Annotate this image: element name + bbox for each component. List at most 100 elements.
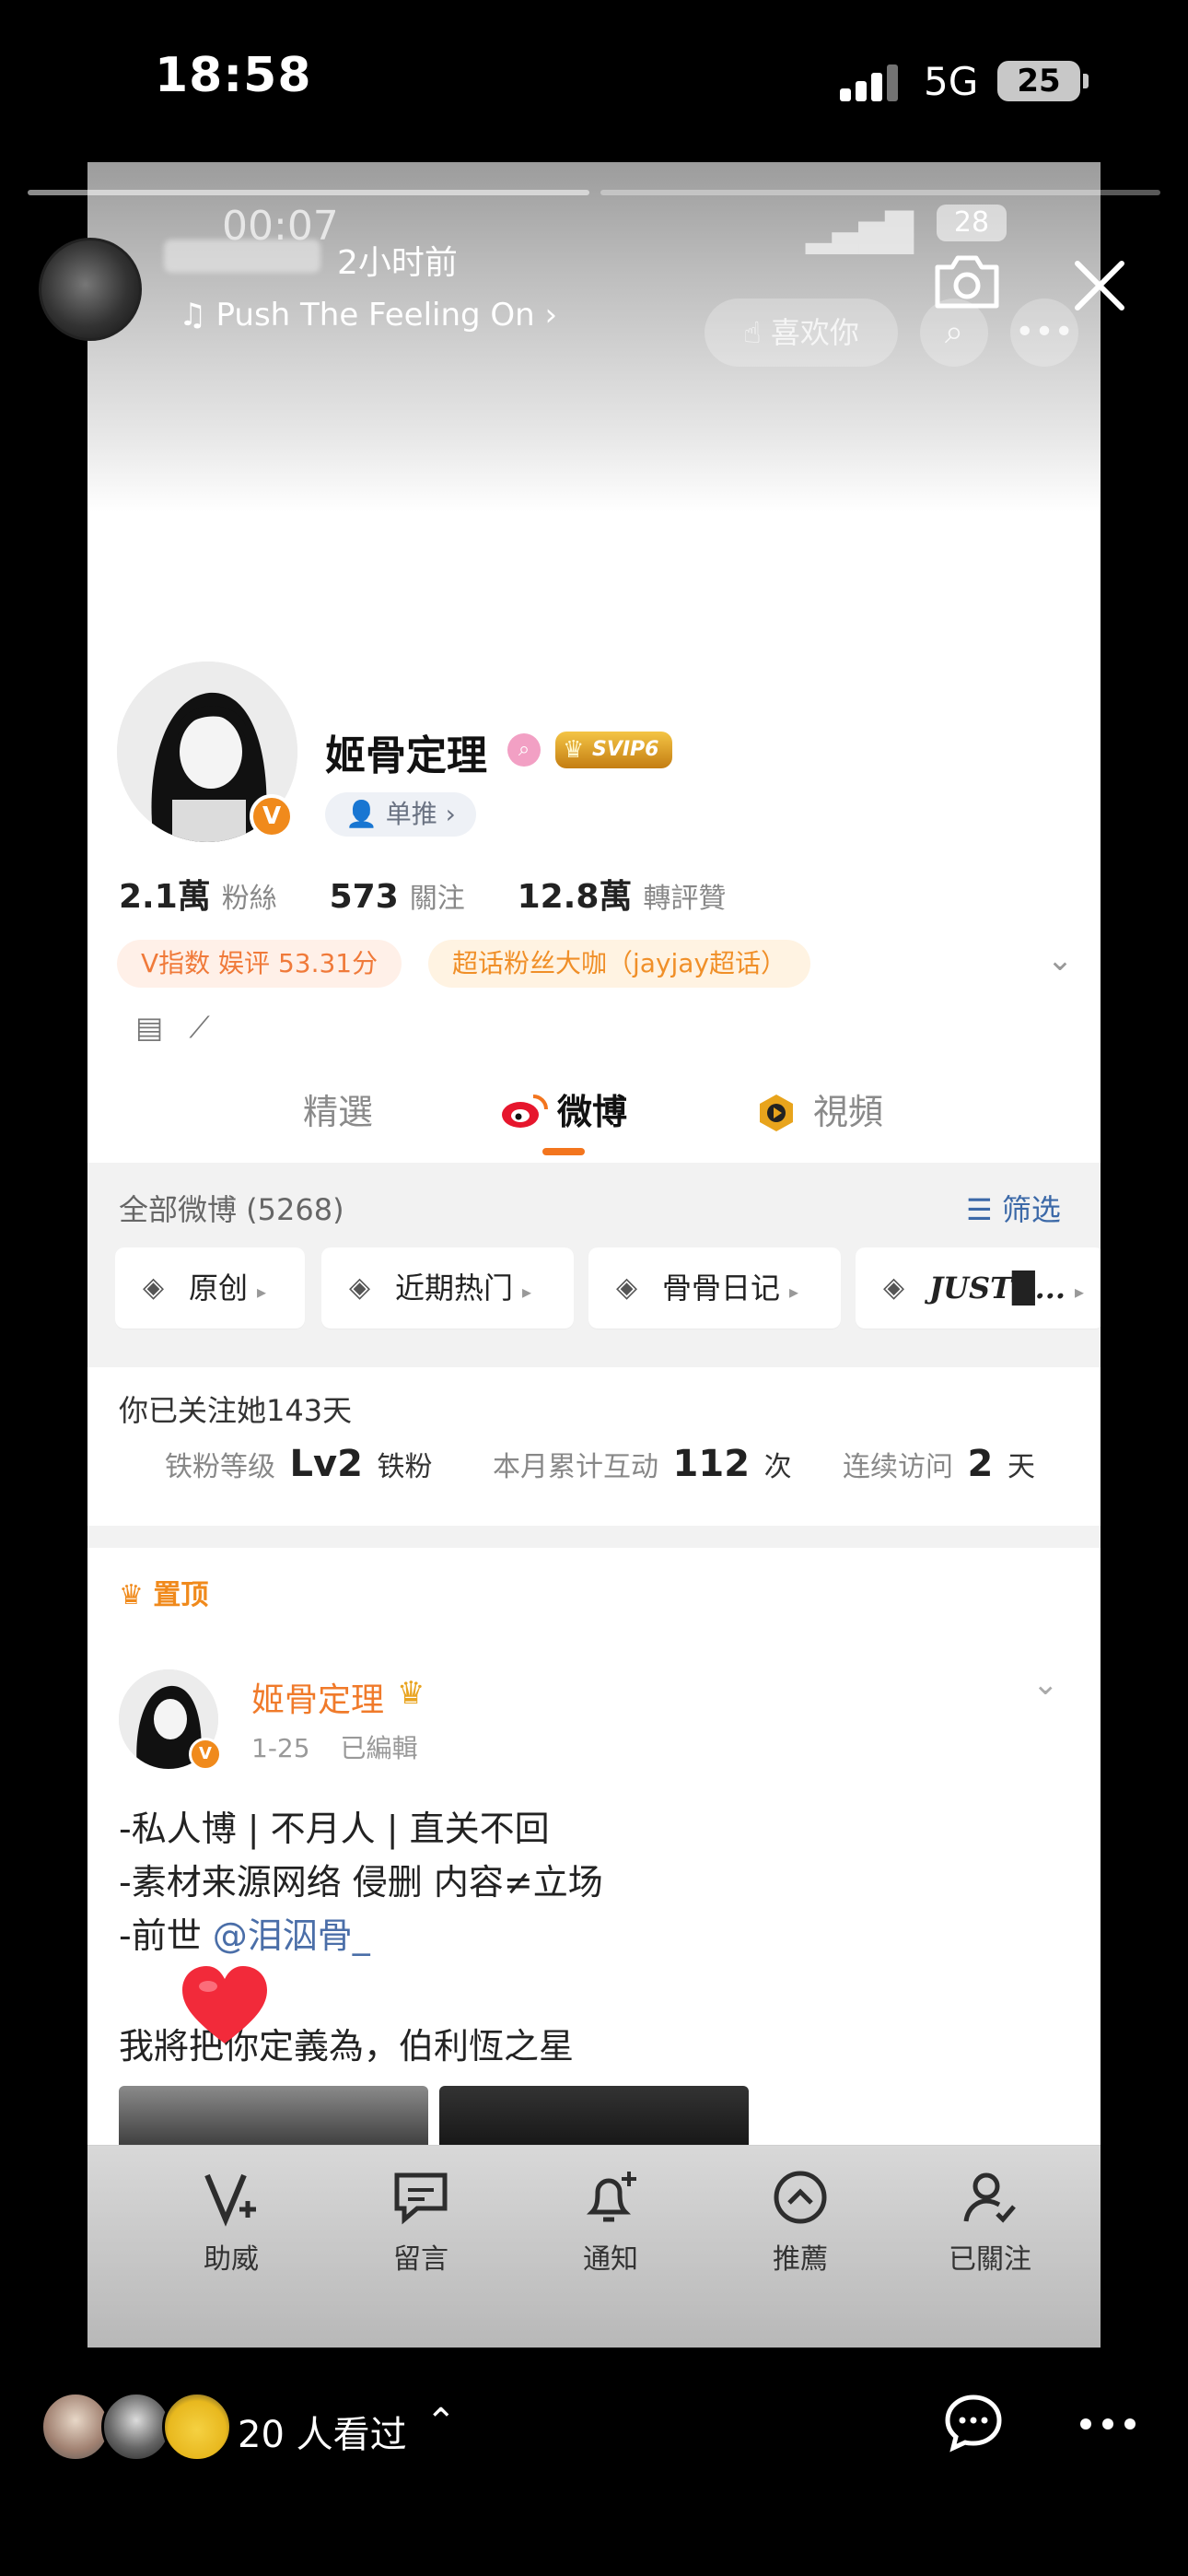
layers-icon: ◈ bbox=[883, 1271, 905, 1304]
tab-featured[interactable]: 精選 bbox=[303, 1083, 373, 1134]
up-circle-icon bbox=[774, 2171, 827, 2224]
chevron-down-icon[interactable]: ⌄ bbox=[1032, 1666, 1059, 1703]
search-tag-icon[interactable]: ⌕ bbox=[507, 733, 541, 767]
viewers-count[interactable]: 20 人看过 bbox=[238, 2405, 407, 2458]
fans-label: 粉絲 bbox=[221, 883, 277, 915]
fans-count[interactable]: 2.1萬 bbox=[119, 878, 211, 916]
more-button[interactable]: ••• bbox=[1010, 299, 1078, 367]
post-text-line: -前世 @泪泅骨_ bbox=[119, 1907, 370, 1958]
viewer-avatar[interactable] bbox=[101, 2392, 171, 2462]
close-icon[interactable] bbox=[1070, 256, 1129, 315]
filter-button[interactable]: ☰ 筛选 bbox=[966, 1187, 1061, 1229]
profile-name: 姬骨定理 bbox=[325, 732, 487, 779]
caret-right-icon: ▸ bbox=[789, 1281, 799, 1303]
more-icon[interactable] bbox=[1079, 2418, 1136, 2430]
music-note-icon: ♫ bbox=[179, 297, 207, 334]
single-push-label: 单推 bbox=[385, 799, 437, 829]
profile-cover: 00:07 ▂▄▆█ 28 ☝ 喜欢你 ⌕ ••• bbox=[87, 162, 1101, 512]
monthly-interactions: 本月累计互动 112 次 bbox=[493, 1443, 792, 1485]
caret-right-icon: ▸ bbox=[522, 1281, 532, 1303]
post-text-prefix: -前世 bbox=[119, 1915, 213, 1956]
story-author-avatar[interactable] bbox=[39, 238, 142, 341]
all-weibo-count: 全部微博 (5268) bbox=[119, 1192, 344, 1227]
mention-link[interactable]: @泪泅骨_ bbox=[213, 1915, 370, 1956]
v-index-badge[interactable]: V指数 娱评 53.31分 bbox=[117, 940, 402, 988]
message-button[interactable]: 留言 bbox=[356, 2164, 485, 2277]
inner-battery-icon: 28 bbox=[937, 205, 1007, 241]
chevron-right-icon: › bbox=[437, 799, 456, 829]
interactions-unit: 次 bbox=[763, 1451, 792, 1483]
active-tab-indicator bbox=[542, 1148, 585, 1155]
profile-action-bar: 助威 留言 通知 推薦 已關注 bbox=[87, 2145, 1101, 2348]
camera-icon[interactable] bbox=[932, 252, 1002, 311]
category-label: 骨骨日记 bbox=[662, 1270, 781, 1306]
profile-extra-icons: ▤ ⟋ bbox=[135, 1010, 210, 1046]
filter-icon: ☰ bbox=[966, 1192, 1002, 1227]
notify-button[interactable]: 通知 bbox=[546, 2164, 675, 2277]
category-label: 近期热门 bbox=[395, 1270, 514, 1306]
layers-icon: ◈ bbox=[349, 1271, 371, 1304]
cheer-button[interactable]: 助威 bbox=[167, 2164, 296, 2277]
filter-label: 筛选 bbox=[1001, 1192, 1061, 1227]
verified-badge-icon: V bbox=[250, 794, 294, 838]
tab-weibo[interactable]: 微博 bbox=[557, 1083, 627, 1134]
chevron-up-icon[interactable]: ⌃ bbox=[425, 2401, 457, 2443]
fan-level-label: 铁粉等级 bbox=[165, 1451, 275, 1483]
likes-count[interactable]: 12.8萬 bbox=[518, 878, 633, 916]
single-push-chip[interactable]: 👤 单推 › bbox=[325, 792, 476, 837]
story-author-name-blurred bbox=[164, 240, 320, 273]
super-topic-badge[interactable]: 超话粉丝大咖（jayjay超话） bbox=[428, 940, 811, 988]
message-icon bbox=[394, 2172, 448, 2225]
interactions-value: 112 bbox=[672, 1443, 751, 1485]
post-verified-icon: V bbox=[189, 1738, 222, 1771]
bell-plus-icon bbox=[586, 2172, 636, 2222]
followed-label: 已關注 bbox=[949, 2243, 1031, 2276]
post-edited: 已編輯 bbox=[340, 1733, 418, 1763]
notify-label: 通知 bbox=[583, 2243, 638, 2276]
music-title: Push The Feeling On bbox=[215, 297, 535, 334]
story-time-ago: 2小时前 bbox=[337, 244, 458, 282]
post-text-line: -素材来源网络 侵删 内容≠立场 bbox=[119, 1862, 603, 1903]
fan-level: 铁粉等级 Lv2 铁粉 bbox=[165, 1443, 433, 1485]
caret-right-icon: ▸ bbox=[1075, 1281, 1085, 1303]
post-date: 1-25 bbox=[251, 1733, 310, 1763]
category-just[interactable]: ◈ JUST█... ▸ bbox=[856, 1247, 1101, 1329]
profile-stats: 2.1萬 粉絲 573 關注 12.8萬 轉評贊 bbox=[119, 870, 768, 918]
message-label: 留言 bbox=[393, 2243, 448, 2276]
layers-icon: ◈ bbox=[143, 1271, 165, 1304]
post-author-name[interactable]: 姬骨定理 bbox=[251, 1673, 384, 1721]
comment-icon[interactable] bbox=[943, 2392, 1004, 2453]
search-icon: ⌕ bbox=[944, 313, 964, 351]
status-bar: 18:58 5G 25 bbox=[0, 0, 1188, 157]
visits-label: 连续访问 bbox=[843, 1451, 953, 1483]
category-label: JUST█... bbox=[929, 1270, 1066, 1306]
person-icon: 👤 bbox=[345, 799, 386, 829]
like-you-button[interactable]: ☝ 喜欢你 bbox=[705, 299, 898, 367]
ellipsis-icon: ••• bbox=[1015, 313, 1074, 351]
crown-icon: ♛ bbox=[119, 1579, 154, 1611]
chevron-down-icon[interactable]: ⌄ bbox=[1040, 942, 1080, 978]
likes-label: 轉評贊 bbox=[643, 883, 727, 915]
recommend-button[interactable]: 推薦 bbox=[736, 2164, 865, 2277]
category-diary[interactable]: ◈ 骨骨日记 ▸ bbox=[588, 1247, 841, 1329]
viewer-avatar[interactable] bbox=[162, 2392, 232, 2462]
bone-icon[interactable]: ⟋ bbox=[189, 1010, 209, 1045]
hand-icon: ☝ bbox=[743, 315, 771, 350]
document-icon[interactable]: ▤ bbox=[135, 1010, 163, 1045]
cheer-label: 助威 bbox=[204, 2243, 259, 2276]
svip-badge[interactable]: SVIP6 bbox=[555, 732, 672, 768]
crown-icon: ♛ bbox=[397, 1675, 425, 1712]
followed-button[interactable]: 已關注 bbox=[926, 2164, 1054, 2277]
visits-value: 2 bbox=[967, 1443, 994, 1485]
viewer-avatar[interactable] bbox=[41, 2392, 111, 2462]
following-count[interactable]: 573 bbox=[330, 878, 399, 916]
video-icon bbox=[760, 1095, 793, 1131]
tab-videos[interactable]: 視頻 bbox=[813, 1083, 883, 1134]
signal-icon bbox=[840, 64, 899, 101]
post-meta: 1-25 已編輯 bbox=[251, 1728, 417, 1765]
story-progress-1 bbox=[28, 190, 589, 195]
category-hot[interactable]: ◈ 近期热门 ▸ bbox=[321, 1247, 574, 1329]
story-music[interactable]: ♫ Push The Feeling On › bbox=[179, 297, 557, 334]
category-original[interactable]: ◈ 原创 ▸ bbox=[115, 1247, 305, 1329]
pinned-text: 置顶 bbox=[153, 1579, 209, 1611]
